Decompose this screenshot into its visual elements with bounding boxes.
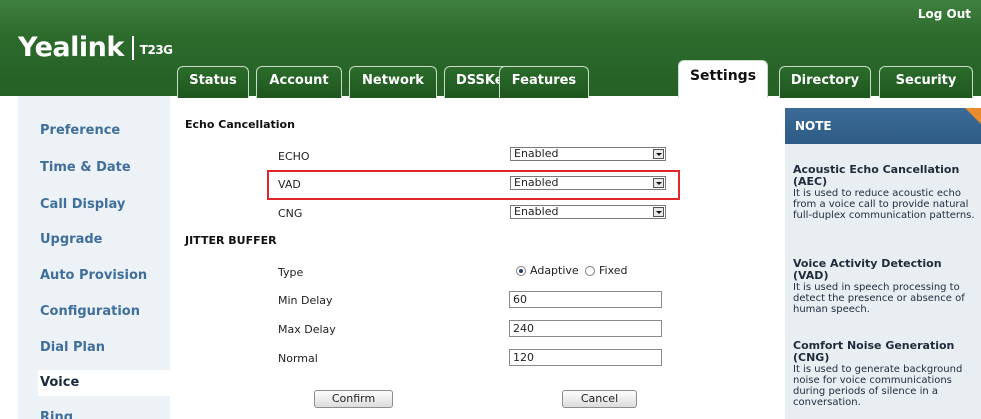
logo-text: Yealink bbox=[18, 32, 124, 63]
tab-account[interactable]: Account bbox=[256, 66, 342, 98]
tab-security[interactable]: Security bbox=[879, 66, 973, 98]
min-delay-input[interactable]: 60 bbox=[509, 291, 662, 308]
note-item-text: It is used to reduce acoustic echo from … bbox=[793, 188, 975, 221]
sidebar: Preference Time & Date Call Display Upgr… bbox=[18, 96, 170, 419]
vad-select-value: Enabled bbox=[514, 176, 559, 189]
note-panel: NOTE Acoustic Echo Cancellation (AEC) It… bbox=[785, 108, 981, 419]
cng-select-value: Enabled bbox=[514, 205, 559, 218]
note-header: NOTE bbox=[785, 108, 981, 144]
note-item-text: It is used in speech processing to detec… bbox=[793, 282, 965, 315]
sidebar-item-call-display[interactable]: Call Display bbox=[26, 192, 170, 218]
max-delay-input[interactable]: 240 bbox=[509, 320, 662, 337]
note-item-text: It is used to generate background noise … bbox=[793, 364, 963, 408]
sidebar-item-preference[interactable]: Preference bbox=[26, 118, 170, 144]
chevron-down-icon bbox=[653, 178, 664, 188]
confirm-button[interactable]: Confirm bbox=[314, 390, 393, 408]
sidebar-item-time-date[interactable]: Time & Date bbox=[26, 155, 170, 181]
normal-label: Normal bbox=[278, 352, 318, 365]
adaptive-radio-label: Adaptive bbox=[530, 264, 579, 277]
chevron-down-icon bbox=[653, 149, 664, 159]
note-item-title: Voice Activity Detection (VAD) bbox=[793, 257, 942, 282]
echo-select[interactable]: Enabled bbox=[510, 147, 666, 161]
vad-select[interactable]: Enabled bbox=[510, 176, 666, 190]
fixed-radio[interactable] bbox=[585, 266, 595, 276]
note-item-title: Acoustic Echo Cancellation (AEC) bbox=[793, 163, 960, 188]
fixed-radio-label: Fixed bbox=[599, 264, 628, 277]
logo-separator bbox=[131, 35, 134, 60]
max-delay-label: Max Delay bbox=[278, 323, 336, 336]
tab-features[interactable]: Features bbox=[499, 66, 589, 98]
tab-status[interactable]: Status bbox=[177, 66, 249, 98]
cng-label: CNG bbox=[278, 207, 303, 220]
logout-link[interactable]: Log Out bbox=[918, 7, 971, 21]
normal-input[interactable]: 120 bbox=[509, 349, 662, 366]
echo-label: ECHO bbox=[278, 150, 310, 163]
echo-select-value: Enabled bbox=[514, 147, 559, 160]
note-item-title: Comfort Noise Generation (CNG) bbox=[793, 339, 955, 364]
sidebar-item-upgrade[interactable]: Upgrade bbox=[26, 227, 170, 253]
min-delay-label: Min Delay bbox=[278, 294, 333, 307]
tab-directory[interactable]: Directory bbox=[779, 66, 871, 98]
echo-section-title: Echo Cancellation bbox=[185, 118, 295, 131]
model-label: T23G bbox=[139, 42, 173, 57]
sidebar-item-configuration[interactable]: Configuration bbox=[26, 299, 170, 325]
yealink-logo: Yealink T23G bbox=[18, 32, 173, 63]
chevron-down-icon bbox=[653, 207, 664, 217]
main-content: Echo Cancellation ECHO Enabled VAD Enabl… bbox=[170, 96, 770, 419]
adaptive-radio[interactable] bbox=[516, 266, 526, 276]
sidebar-item-dial-plan[interactable]: Dial Plan bbox=[26, 335, 170, 361]
tab-network[interactable]: Network bbox=[349, 66, 437, 98]
jitter-section-title: JITTER BUFFER bbox=[185, 234, 277, 247]
sidebar-item-voice[interactable]: Voice bbox=[38, 370, 170, 396]
note-corner-icon bbox=[965, 108, 981, 124]
type-label: Type bbox=[278, 266, 304, 279]
sidebar-item-ring[interactable]: Ring bbox=[26, 405, 170, 419]
sidebar-item-auto-provision[interactable]: Auto Provision bbox=[26, 263, 170, 289]
vad-label: VAD bbox=[278, 178, 301, 191]
cancel-button[interactable]: Cancel bbox=[562, 390, 637, 408]
tab-settings-active[interactable]: Settings bbox=[678, 60, 768, 98]
cng-select[interactable]: Enabled bbox=[510, 205, 666, 219]
